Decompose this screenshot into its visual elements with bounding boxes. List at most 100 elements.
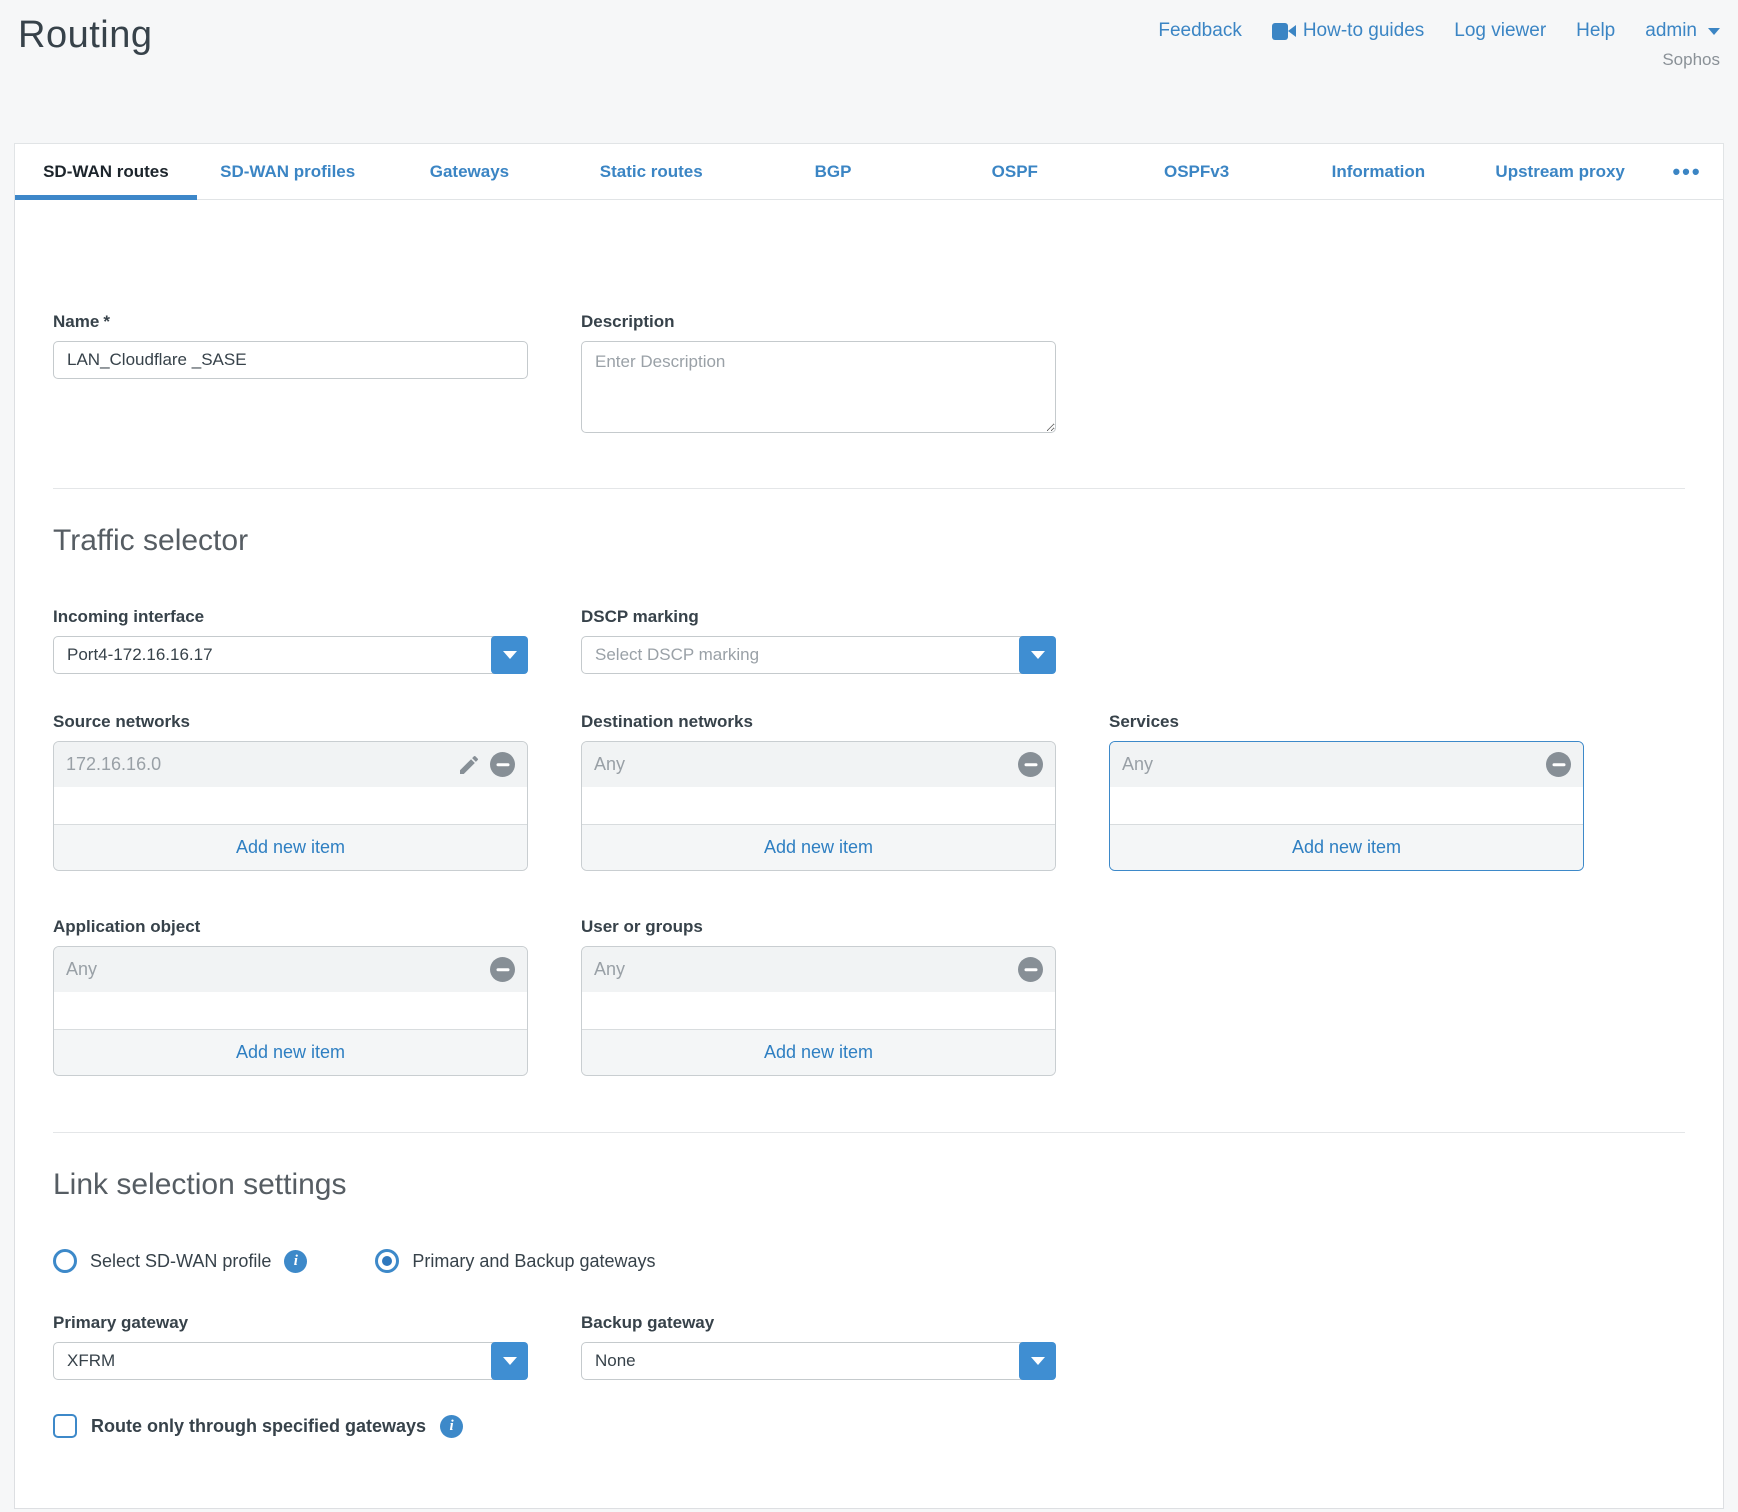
tab-sd-wan-routes[interactable]: SD-WAN routes — [15, 144, 197, 199]
section-divider — [53, 1132, 1685, 1133]
list-item: 172.16.16.0 — [54, 742, 527, 787]
service-value: Any — [1122, 754, 1537, 775]
tab-bgp[interactable]: BGP — [742, 144, 924, 199]
primary-gateway-label: Primary gateway — [53, 1313, 528, 1333]
video-camera-icon — [1272, 23, 1296, 40]
application-object-label: Application object — [53, 917, 528, 937]
list-item: Any — [582, 947, 1055, 992]
application-object-add-button[interactable]: Add new item — [54, 1029, 527, 1075]
dscp-marking-select[interactable]: Select DSCP marking — [581, 636, 1056, 674]
user-or-groups-label: User or groups — [581, 917, 1056, 937]
radio-icon[interactable] — [53, 1249, 77, 1273]
destination-networks-label: Destination networks — [581, 712, 1056, 732]
admin-menu[interactable]: admin — [1645, 20, 1720, 42]
tab-ospfv3[interactable]: OSPFv3 — [1106, 144, 1288, 199]
description-label: Description — [581, 312, 1056, 332]
destination-networks-add-button[interactable]: Add new item — [582, 824, 1055, 870]
tab-static-routes[interactable]: Static routes — [560, 144, 742, 199]
chevron-down-icon[interactable] — [491, 636, 528, 674]
services-add-button[interactable]: Add new item — [1110, 824, 1583, 870]
routing-tabbar: SD-WAN routes SD-WAN profiles Gateways S… — [14, 143, 1724, 200]
user-or-groups-listbox: Any Add new item — [581, 946, 1056, 1076]
section-divider — [53, 488, 1685, 489]
application-object-listbox: Any Add new item — [53, 946, 528, 1076]
backup-gateway-value: None — [582, 1351, 1019, 1371]
sd-wan-route-form-panel: Name* Description Traffic selector Incom… — [14, 200, 1724, 1509]
services-listbox: Any Add new item — [1109, 741, 1584, 871]
link-selection-options: Select SD-WAN profile i Primary and Back… — [53, 1249, 1685, 1273]
list-item: Any — [54, 947, 527, 992]
remove-icon[interactable] — [490, 957, 515, 982]
tab-upstream-proxy[interactable]: Upstream proxy — [1469, 144, 1651, 199]
radio-label: Select SD-WAN profile — [90, 1251, 271, 1272]
feedback-link[interactable]: Feedback — [1158, 20, 1241, 42]
remove-icon[interactable] — [1018, 957, 1043, 982]
info-icon[interactable]: i — [284, 1250, 307, 1273]
log-viewer-link[interactable]: Log viewer — [1454, 20, 1546, 42]
tab-sd-wan-profiles[interactable]: SD-WAN profiles — [197, 144, 379, 199]
page-header: Routing Feedback How-to guides Log viewe… — [0, 0, 1738, 143]
info-icon[interactable]: i — [440, 1415, 463, 1438]
user-or-groups-add-button[interactable]: Add new item — [582, 1029, 1055, 1075]
source-network-value: 172.16.16.0 — [66, 754, 448, 775]
source-networks-listbox: 172.16.16.0 Add new item — [53, 741, 528, 871]
dscp-marking-placeholder: Select DSCP marking — [582, 645, 1019, 665]
incoming-interface-label: Incoming interface — [53, 607, 528, 627]
page-title: Routing — [18, 14, 152, 143]
remove-icon[interactable] — [490, 752, 515, 777]
backup-gateway-select[interactable]: None — [581, 1342, 1056, 1380]
route-only-row: Route only through specified gateways i — [53, 1414, 1685, 1438]
source-networks-group: Source networks 172.16.16.0 Add new item — [53, 712, 528, 871]
services-label: Services — [1109, 712, 1584, 732]
chevron-down-icon[interactable] — [491, 1342, 528, 1380]
chevron-down-icon[interactable] — [1019, 636, 1056, 674]
primary-gateway-select[interactable]: XFRM — [53, 1342, 528, 1380]
radio-icon[interactable] — [375, 1249, 399, 1273]
primary-gateway-value: XFRM — [54, 1351, 491, 1371]
route-only-label: Route only through specified gateways — [91, 1416, 426, 1437]
source-networks-label: Source networks — [53, 712, 528, 732]
header-links: Feedback How-to guides Log viewer Help a… — [1158, 20, 1720, 42]
tab-information[interactable]: Information — [1287, 144, 1469, 199]
chevron-down-icon[interactable] — [1019, 1342, 1056, 1380]
remove-icon[interactable] — [1546, 752, 1571, 777]
destination-networks-listbox: Any Add new item — [581, 741, 1056, 871]
required-marker: * — [103, 312, 110, 331]
destination-network-value: Any — [594, 754, 1009, 775]
list-item: Any — [582, 742, 1055, 787]
caret-down-icon — [1708, 28, 1720, 35]
tabs-overflow-menu[interactable]: ••• — [1651, 144, 1723, 199]
radio-select-sd-wan-profile[interactable]: Select SD-WAN profile i — [53, 1249, 307, 1273]
source-networks-add-button[interactable]: Add new item — [54, 824, 527, 870]
application-object-value: Any — [66, 959, 481, 980]
help-link[interactable]: Help — [1576, 20, 1615, 42]
edit-icon[interactable] — [457, 753, 481, 777]
incoming-interface-value: Port4-172.16.16.17 — [54, 645, 491, 665]
tab-gateways[interactable]: Gateways — [379, 144, 561, 199]
user-or-groups-group: User or groups Any Add new item — [581, 917, 1056, 1076]
traffic-selector-heading: Traffic selector — [53, 521, 1685, 561]
radio-label: Primary and Backup gateways — [412, 1251, 655, 1272]
primary-gateway-group: Primary gateway XFRM — [53, 1313, 528, 1380]
name-input[interactable] — [53, 341, 528, 379]
route-only-checkbox[interactable] — [53, 1414, 77, 1438]
services-group: Services Any Add new item — [1109, 712, 1584, 871]
how-to-guides-link[interactable]: How-to guides — [1272, 20, 1424, 42]
backup-gateway-group: Backup gateway None — [581, 1313, 1056, 1380]
org-name: Sophos — [1158, 50, 1720, 70]
incoming-interface-group: Incoming interface Port4-172.16.16.17 — [53, 607, 528, 674]
radio-primary-backup-gateways[interactable]: Primary and Backup gateways — [375, 1249, 655, 1273]
application-object-group: Application object Any Add new item — [53, 917, 528, 1076]
list-item: Any — [1110, 742, 1583, 787]
link-selection-heading: Link selection settings — [53, 1165, 1685, 1205]
dscp-marking-label: DSCP marking — [581, 607, 1056, 627]
description-textarea[interactable] — [581, 341, 1056, 433]
user-or-groups-value: Any — [594, 959, 1009, 980]
description-field-group: Description — [581, 312, 1056, 438]
dscp-marking-group: DSCP marking Select DSCP marking — [581, 607, 1056, 674]
incoming-interface-select[interactable]: Port4-172.16.16.17 — [53, 636, 528, 674]
backup-gateway-label: Backup gateway — [581, 1313, 1056, 1333]
tab-ospf[interactable]: OSPF — [924, 144, 1106, 199]
name-field-group: Name* — [53, 312, 528, 438]
remove-icon[interactable] — [1018, 752, 1043, 777]
